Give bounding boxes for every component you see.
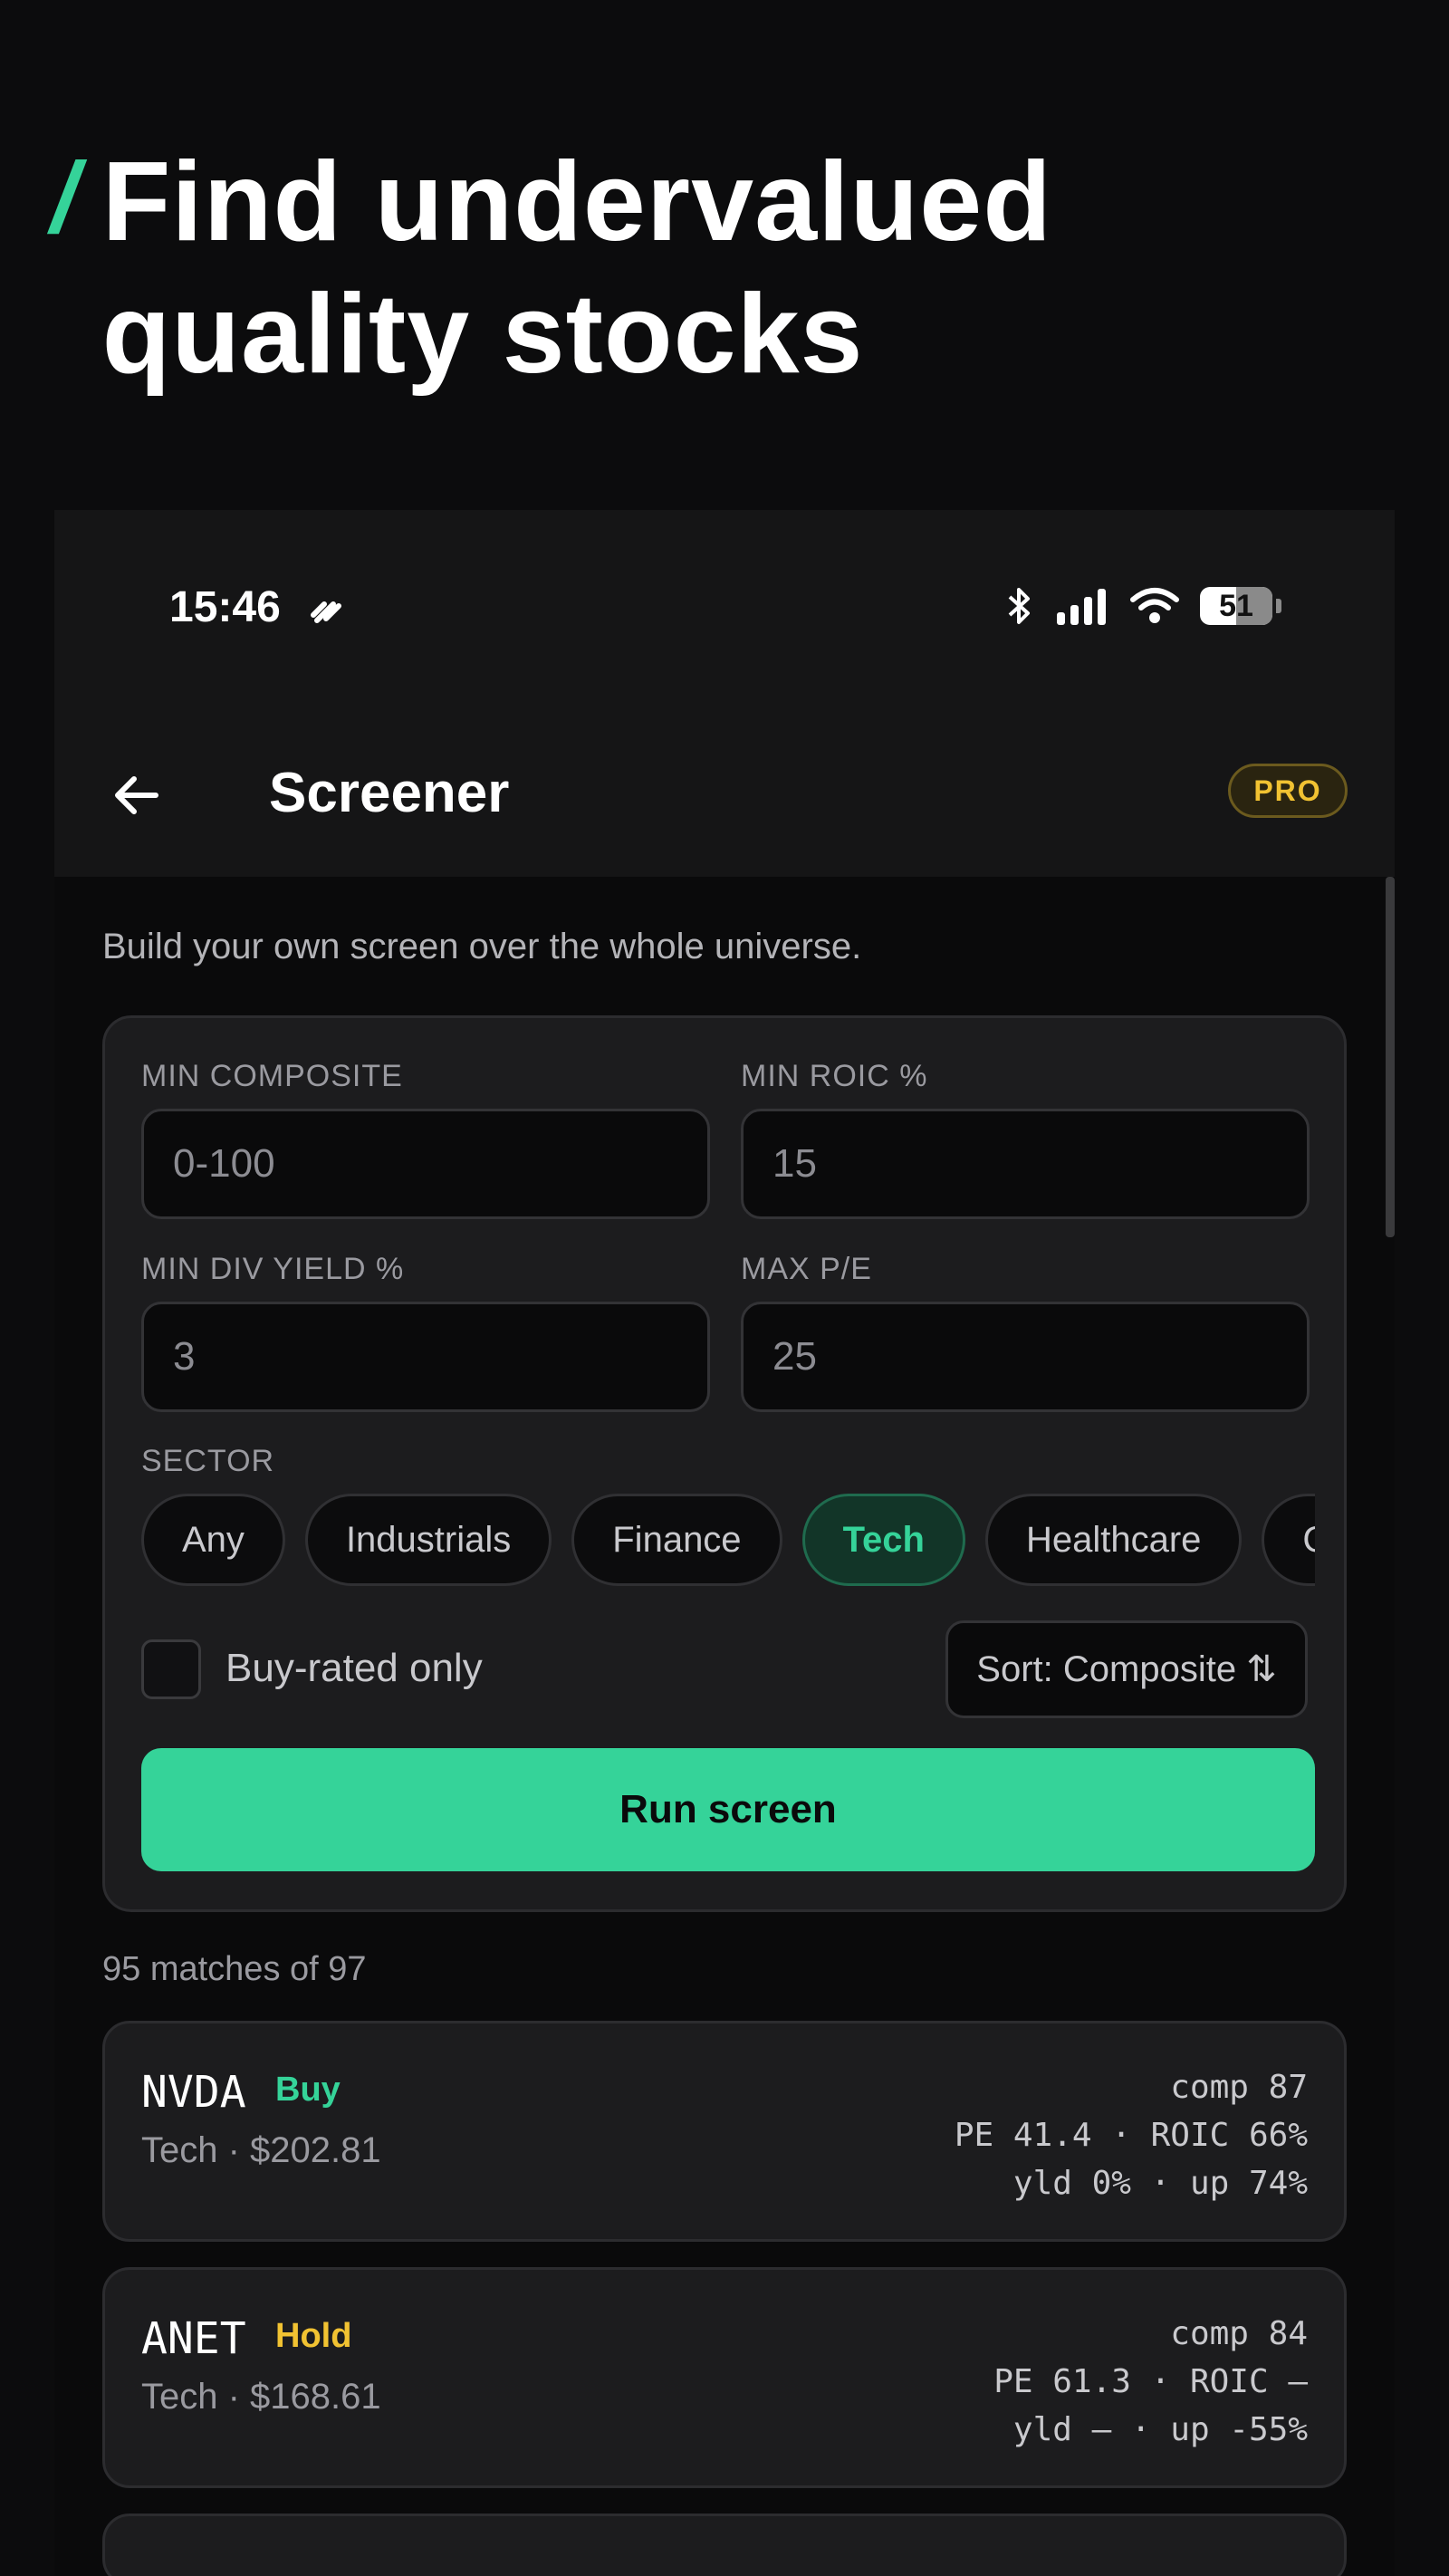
sector-chip-any[interactable]: Any	[141, 1494, 285, 1586]
metric-composite: comp 87	[1170, 2069, 1308, 2106]
battery-icon: 51	[1200, 587, 1272, 625]
headline-text: Find undervalued quality stocks	[102, 136, 1052, 400]
buy-rated-label[interactable]: Buy-rated only	[226, 1646, 483, 1691]
signal-icon	[1057, 589, 1106, 625]
filter-panel: MIN COMPOSITE 0-100 MIN ROIC % 15 MIN DI…	[102, 1015, 1347, 1912]
min-div-yield-label: MIN DIV YIELD %	[141, 1252, 405, 1286]
sector-chip-finance[interactable]: Finance	[571, 1494, 782, 1586]
sector-chip-healthcare[interactable]: Healthcare	[984, 1494, 1243, 1586]
hotspot-icon	[311, 601, 341, 623]
sort-button[interactable]: Sort: Composite ⇅	[945, 1620, 1308, 1718]
result-card-partial[interactable]	[102, 2514, 1347, 2576]
ticker: NVDA	[141, 2067, 246, 2118]
wifi-icon	[1130, 588, 1179, 623]
metric-composite: comp 84	[1170, 2315, 1308, 2352]
sector-chips: Any Industrials Finance Tech Healthcare …	[141, 1494, 1315, 1586]
sector-chip-consumer[interactable]: Consumer	[1262, 1494, 1315, 1586]
phone-screen: 15:46 51 Screener PRO Build your own scr…	[54, 510, 1395, 2576]
sector-price: Tech · $168.61	[141, 2377, 381, 2417]
max-pe-input[interactable]: 25	[741, 1302, 1310, 1412]
page-title: Screener	[269, 762, 510, 824]
rating-badge: Hold	[275, 2317, 352, 2355]
sector-price: Tech · $202.81	[141, 2130, 381, 2170]
metric-pe-roic: PE 41.4 · ROIC 66%	[954, 2117, 1308, 2154]
result-card[interactable]: NVDA Buy Tech · $202.81 comp 87 PE 41.4 …	[102, 2021, 1347, 2242]
headline-line-2: quality stocks	[101, 272, 864, 397]
sector-label: SECTOR	[141, 1444, 275, 1478]
result-card[interactable]: ANET Hold Tech · $168.61 comp 84 PE 61.3…	[102, 2267, 1347, 2488]
match-count: 95 matches of 97	[102, 1950, 367, 1988]
min-div-yield-input[interactable]: 3	[141, 1302, 710, 1412]
min-composite-input[interactable]: 0-100	[141, 1109, 710, 1219]
headline-line-1: Find undervalued	[101, 139, 1052, 264]
metric-yield-upside: yld 0% · up 74%	[1012, 2165, 1308, 2202]
buy-rated-checkbox[interactable]	[141, 1639, 201, 1699]
sector-chip-tech[interactable]: Tech	[801, 1494, 965, 1586]
run-screen-button[interactable]: Run screen	[141, 1748, 1315, 1871]
min-composite-label: MIN COMPOSITE	[141, 1059, 403, 1093]
app-bar: Screener PRO	[54, 714, 1395, 877]
promo-headline: / Find undervalued quality stocks	[51, 136, 1052, 400]
rating-badge: Buy	[275, 2071, 341, 2109]
bluetooth-icon	[1008, 588, 1030, 624]
accent-slash: /	[51, 142, 79, 254]
battery-level: 51	[1219, 588, 1253, 623]
pro-badge[interactable]: PRO	[1228, 764, 1348, 818]
min-roic-label: MIN ROIC %	[741, 1059, 928, 1093]
sort-label: Sort: Composite ⇅	[976, 1649, 1277, 1689]
ticker: ANET	[141, 2313, 246, 2364]
max-pe-label: MAX P/E	[741, 1252, 872, 1286]
min-roic-input[interactable]: 15	[741, 1109, 1310, 1219]
metrics: comp 87 PE 41.4 · ROIC 66% yld 0% · up 7…	[955, 2063, 1308, 2207]
back-arrow-icon[interactable]	[109, 768, 163, 822]
screener-intro: Build your own screen over the whole uni…	[102, 927, 862, 966]
sector-chip-industrials[interactable]: Industrials	[304, 1494, 552, 1586]
scrollbar[interactable]	[1386, 877, 1395, 1237]
metric-yield-upside: yld — · up -55%	[1012, 2411, 1308, 2448]
metrics: comp 84 PE 61.3 · ROIC — yld — · up -55%	[993, 2310, 1308, 2454]
status-icons: 51	[1004, 586, 1281, 626]
battery-tip	[1276, 599, 1281, 613]
status-time: 15:46	[169, 583, 281, 631]
status-bar: 15:46 51	[54, 510, 1395, 714]
metric-pe-roic: PE 61.3 · ROIC —	[993, 2363, 1308, 2400]
